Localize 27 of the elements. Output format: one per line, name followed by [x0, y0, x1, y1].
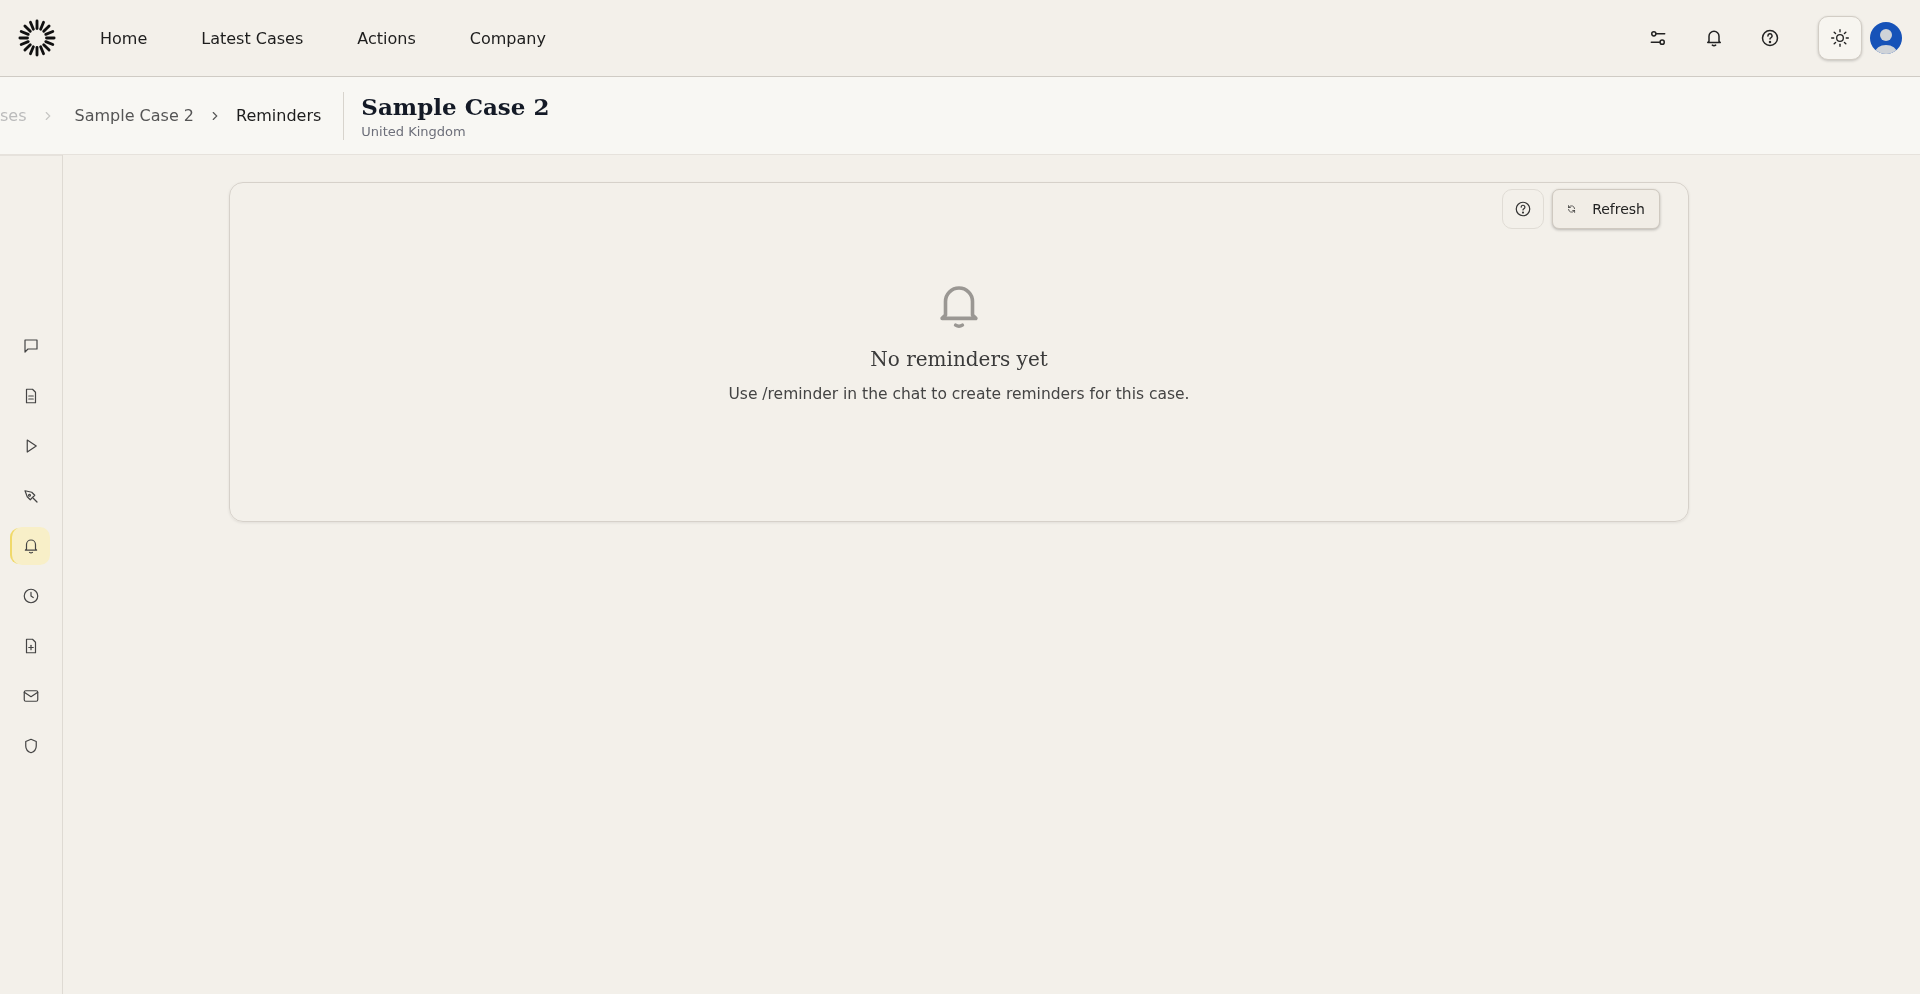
- help-button[interactable]: [1502, 189, 1544, 229]
- bell-icon: [22, 537, 40, 555]
- avatar-icon[interactable]: [1870, 22, 1902, 54]
- case-subtitle: United Kingdom: [361, 123, 467, 139]
- nav-link[interactable]: Company: [469, 28, 546, 48]
- nav-link[interactable]: Home: [100, 28, 148, 48]
- empty-title: No reminders yet: [870, 347, 1048, 371]
- nav-link[interactable]: Actions: [357, 28, 416, 48]
- pen-icon: [22, 487, 40, 505]
- sliders-icon[interactable]: [1648, 28, 1668, 48]
- sidebar-item[interactable]: [12, 527, 50, 565]
- clock-icon: [22, 587, 40, 605]
- nav-link[interactable]: Latest Cases: [201, 28, 304, 48]
- refresh-button[interactable]: Refresh: [1552, 189, 1660, 229]
- help-icon: [1514, 200, 1532, 218]
- breadcrumb-link[interactable]: Sample Case 2: [74, 106, 194, 125]
- help-icon[interactable]: [1760, 28, 1780, 48]
- theme-toggle-button[interactable]: [1818, 16, 1862, 60]
- logo-icon[interactable]: [18, 19, 56, 57]
- case-title: Sample Case 2: [361, 92, 550, 120]
- empty-message: Use /reminder in the chat to create reminders for this case.: [728, 385, 1190, 403]
- sun-icon: [1830, 28, 1850, 48]
- bell-icon[interactable]: [1704, 28, 1724, 48]
- chat-icon: [22, 337, 40, 355]
- shield-icon: [22, 737, 40, 755]
- breadcrumb-link[interactable]: Reminders: [236, 106, 322, 125]
- mail-icon: [22, 687, 40, 705]
